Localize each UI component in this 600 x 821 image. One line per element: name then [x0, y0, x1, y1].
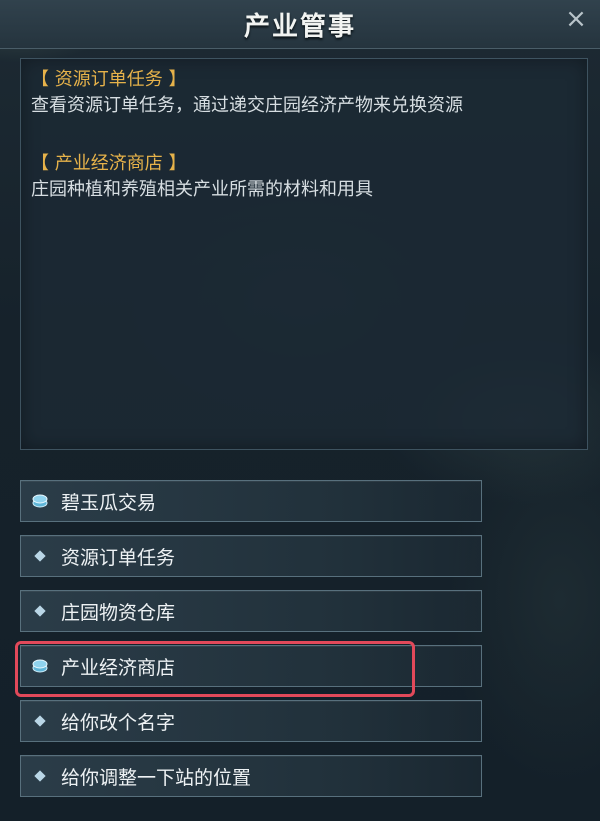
info-panel: 【 资源订单任务 】 查看资源订单任务，通过递交庄园经济产物来兑换资源 【 产业… [20, 58, 588, 450]
window-title: 产业管事 [243, 12, 356, 42]
coin-icon [32, 659, 48, 673]
diamond-icon [34, 715, 46, 727]
section-description: 庄园种植和养殖相关产业所需的材料和用具 [31, 179, 373, 200]
menu-item-manor-warehouse[interactable]: 庄园物资仓库 [20, 590, 482, 632]
menu-item-adjust-position[interactable]: 给你调整一下站的位置 [20, 755, 482, 797]
menu-item-jade-melon-trade[interactable]: 碧玉瓜交易 [20, 480, 482, 522]
menu-item-label: 给你改个名字 [61, 712, 176, 734]
menu-item-rename[interactable]: 给你改个名字 [20, 700, 482, 742]
section-title: 【 资源订单任务 】 [31, 69, 187, 90]
menu-item-economy-shop[interactable]: 产业经济商店 [20, 645, 482, 687]
title-bar: 产业管事 × [0, 0, 600, 49]
diamond-icon [34, 605, 46, 617]
menu-item-resource-orders[interactable]: 资源订单任务 [20, 535, 482, 577]
menu-item-label: 产业经济商店 [61, 657, 176, 679]
section-title: 【 产业经济商店 】 [31, 153, 187, 174]
section-description: 查看资源订单任务，通过递交庄园经济产物来兑换资源 [31, 95, 463, 116]
menu-item-label: 碧玉瓜交易 [61, 492, 157, 514]
menu-item-label: 给你调整一下站的位置 [61, 767, 252, 789]
coin-icon [32, 494, 48, 508]
menu-item-label: 庄园物资仓库 [61, 602, 176, 624]
info-section-resource-orders: 【 资源订单任务 】 查看资源订单任务，通过递交庄园经济产物来兑换资源 [31, 67, 577, 119]
menu-item-label: 资源订单任务 [61, 547, 176, 569]
info-section-economy-shop: 【 产业经济商店 】 庄园种植和养殖相关产业所需的材料和用具 [31, 151, 577, 203]
close-icon[interactable]: × [564, 6, 588, 32]
diamond-icon [34, 550, 46, 562]
diamond-icon [34, 770, 46, 782]
